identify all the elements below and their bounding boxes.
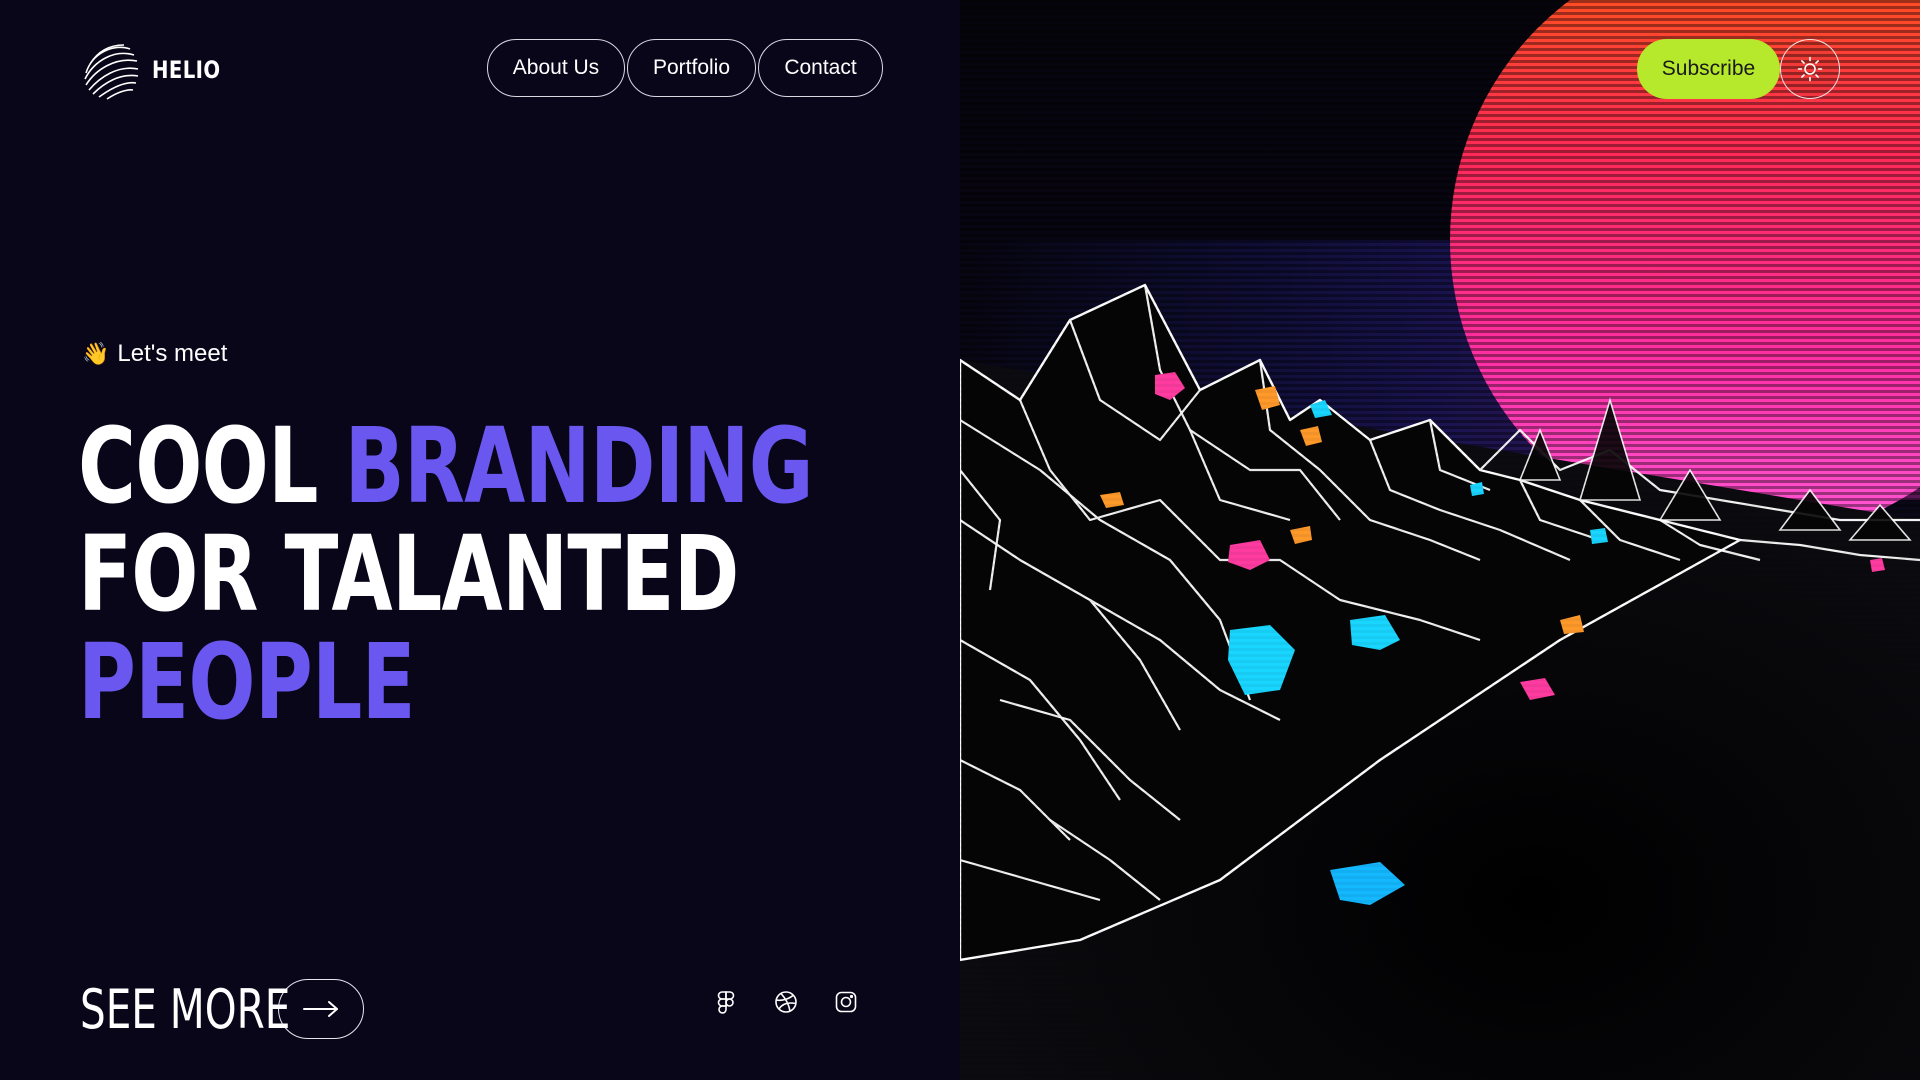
nav-about-us[interactable]: About Us bbox=[487, 39, 625, 97]
wavy-sphere-logo-icon bbox=[84, 44, 139, 100]
brand-logo[interactable]: HELIO bbox=[80, 40, 236, 100]
headline-line-2: FOR TALANTED bbox=[78, 513, 739, 635]
eyebrow: 👋 Let's meet bbox=[82, 340, 227, 368]
headline-line-3: PEOPLE bbox=[78, 621, 416, 743]
hero-artwork bbox=[960, 0, 1920, 1080]
see-more-arrow-button[interactable] bbox=[278, 979, 364, 1039]
figma-link[interactable] bbox=[714, 990, 738, 1014]
dribbble-link[interactable] bbox=[774, 990, 798, 1014]
nav-contact[interactable]: Contact bbox=[758, 39, 883, 97]
arrow-right-icon bbox=[303, 1001, 338, 1017]
brand-name: HELIO bbox=[152, 56, 221, 84]
figma-icon bbox=[717, 991, 735, 1014]
nav-portfolio[interactable]: Portfolio bbox=[627, 39, 756, 97]
subscribe-button[interactable]: Subscribe bbox=[1637, 39, 1780, 99]
eyebrow-text: Let's meet bbox=[117, 340, 228, 367]
hero-headline: COOL BRANDING FOR TALANTED PEOPLE bbox=[78, 412, 814, 736]
waving-hand-icon: 👋 bbox=[82, 341, 110, 366]
see-more-cta[interactable]: SEE MORE bbox=[80, 977, 364, 1041]
dribbble-icon bbox=[775, 991, 797, 1013]
headline-word-branding: BRANDING bbox=[344, 405, 813, 527]
main-nav: About Us Portfolio Contact bbox=[487, 39, 883, 97]
headline-word-cool: COOL bbox=[78, 405, 318, 527]
instagram-icon bbox=[835, 991, 857, 1013]
see-more-label: SEE MORE bbox=[80, 977, 291, 1041]
theme-toggle-button[interactable] bbox=[1780, 39, 1840, 99]
sun-icon bbox=[1797, 56, 1823, 82]
synthwave-landscape-image bbox=[960, 0, 1920, 1080]
social-links bbox=[714, 990, 858, 1014]
instagram-link[interactable] bbox=[834, 990, 858, 1014]
